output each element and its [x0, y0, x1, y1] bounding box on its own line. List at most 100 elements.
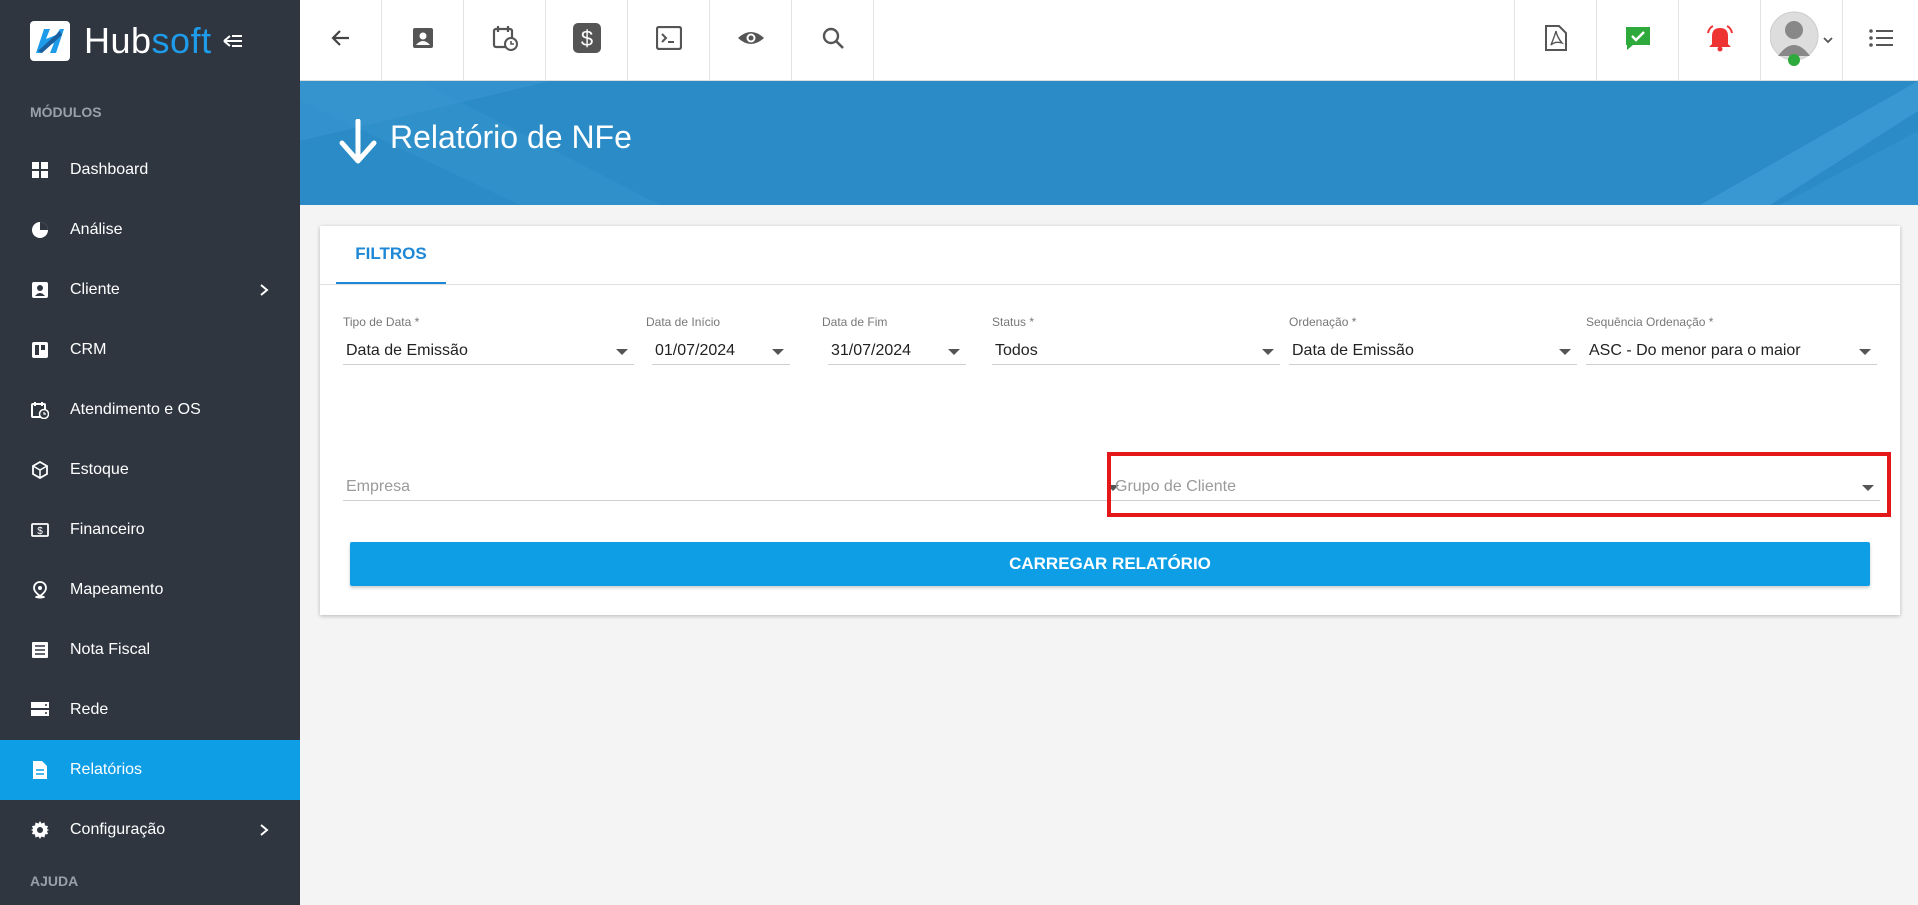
terminal-icon [655, 25, 682, 55]
pdf-button[interactable] [1514, 0, 1596, 81]
server-icon [30, 700, 50, 720]
eye-icon [737, 29, 765, 52]
svg-text:$: $ [37, 526, 43, 537]
ordenacao-select[interactable]: Data de Emissão [1289, 335, 1577, 365]
tipo-data-label: Tipo de Data * [343, 315, 420, 329]
contact-icon [411, 26, 435, 55]
terminal-button[interactable] [628, 0, 710, 81]
schedule-button[interactable] [464, 0, 546, 81]
data-inicio-select[interactable]: 01/07/2024 [652, 335, 790, 365]
dropdown-caret-icon [948, 349, 960, 355]
tipo-data-select[interactable]: Data de Emissão [343, 335, 634, 365]
user-menu-button[interactable] [1760, 0, 1842, 81]
document-list-icon [30, 640, 50, 660]
avatar [1769, 10, 1822, 71]
dropdown-caret-icon [1559, 349, 1571, 355]
tipo-data-field: Tipo de Data * Data de Emissão [343, 315, 634, 365]
calendar-clock-icon [30, 400, 50, 420]
status-label: Status * [992, 315, 1035, 329]
dollar-icon: $ [572, 23, 601, 58]
sidebar-item-relatorios[interactable]: Relatórios [0, 740, 300, 800]
crm-icon [30, 340, 50, 360]
list-icon [1868, 28, 1893, 53]
sidebar-item-label: Dashboard [70, 161, 149, 178]
collapse-sidebar-icon[interactable] [222, 30, 244, 52]
sidebar-item-dashboard[interactable]: Dashboard [0, 140, 300, 200]
sidebar-item-configuracao[interactable]: Configuração [0, 800, 300, 860]
sequencia-value: ASC - Do menor para o maior [1589, 342, 1801, 359]
filters-card: FILTROS Tipo de Data * Data de Emissão D… [320, 226, 1900, 615]
back-button[interactable] [300, 0, 382, 81]
arrow-down-icon [338, 118, 378, 170]
gear-icon [30, 820, 50, 840]
money-icon: $ [30, 520, 50, 540]
dropdown-caret-icon [1859, 349, 1871, 355]
sidebar-item-cliente[interactable]: Cliente [0, 260, 300, 320]
status-value: Todos [995, 342, 1038, 359]
status-field: Status * Todos [992, 315, 1280, 365]
carregar-relatorio-button[interactable]: CARREGAR RELATÓRIO [350, 542, 1870, 586]
view-button[interactable] [710, 0, 792, 81]
grupo-cliente-placeholder: Grupo de Cliente [1115, 478, 1236, 495]
list-menu-button[interactable] [1842, 0, 1918, 81]
sidebar: Hubsoft MÓDULOS Dashboard Análise Client… [0, 0, 300, 905]
sequencia-label: Sequência Ordenação * [1586, 315, 1714, 329]
sidebar-item-label: Estoque [70, 461, 129, 478]
dropdown-caret-icon [1262, 349, 1274, 355]
logo-text-soft: soft [151, 19, 212, 61]
alarm-button[interactable] [1678, 0, 1760, 81]
check-message-icon [1624, 25, 1652, 56]
logo-area: Hubsoft [0, 0, 300, 81]
dashboard-icon [30, 160, 50, 180]
sidebar-item-label: Cliente [70, 281, 120, 298]
tipo-data-value: Data de Emissão [346, 342, 468, 359]
sidebar-item-atendimento[interactable]: Atendimento e OS [0, 380, 300, 440]
data-inicio-label: Data de Início [646, 315, 721, 329]
sidebar-item-label: Mapeamento [70, 581, 164, 598]
chevron-right-icon [254, 280, 274, 300]
box-icon [30, 460, 50, 480]
finance-button[interactable]: $ [546, 0, 628, 81]
tasks-button[interactable] [1596, 0, 1678, 81]
tab-divider [320, 284, 1900, 285]
grupo-cliente-select[interactable]: Grupo de Cliente [1112, 471, 1880, 501]
sidebar-item-rede[interactable]: Rede [0, 680, 300, 740]
empresa-select[interactable]: Empresa [343, 471, 1125, 501]
tab-filtros[interactable]: FILTROS [336, 226, 446, 284]
sequencia-field: Sequência Ordenação * ASC - Do menor par… [1586, 315, 1877, 365]
report-icon [30, 760, 50, 780]
data-fim-field: Data de Fim 31/07/2024 [822, 315, 966, 365]
sidebar-item-nota-fiscal[interactable]: Nota Fiscal [0, 620, 300, 680]
search-button[interactable] [792, 0, 874, 81]
sidebar-item-crm[interactable]: CRM [0, 320, 300, 380]
sidebar-item-financeiro[interactable]: $ Financeiro [0, 500, 300, 560]
data-fim-select[interactable]: 31/07/2024 [828, 335, 966, 365]
data-fim-value: 31/07/2024 [831, 342, 912, 359]
dropdown-caret-icon [772, 349, 784, 355]
page-title: Relatório de NFe [390, 119, 632, 155]
sidebar-item-label: Nota Fiscal [70, 641, 151, 658]
clients-button[interactable] [382, 0, 464, 81]
sidebar-item-mapeamento[interactable]: Mapeamento [0, 560, 300, 620]
calendar-clock-icon [492, 25, 518, 56]
dropdown-caret-icon [1862, 485, 1874, 491]
sidebar-item-analise[interactable]: Análise [0, 200, 300, 260]
sequencia-select[interactable]: ASC - Do menor para o maior [1586, 335, 1877, 365]
modules-section-title: MÓDULOS [30, 104, 102, 120]
sidebar-item-label: Rede [70, 701, 109, 718]
map-pin-icon [30, 580, 50, 600]
arrow-left-icon [329, 26, 353, 55]
alarm-bell-icon [1705, 24, 1735, 57]
dropdown-caret-icon [616, 349, 628, 355]
data-inicio-field: Data de Início 01/07/2024 [646, 315, 790, 365]
ordenacao-label: Ordenação * [1289, 315, 1357, 329]
search-icon [821, 26, 845, 55]
sidebar-menu: Dashboard Análise Cliente CRM Atendiment… [0, 140, 300, 860]
sidebar-item-label: Análise [70, 221, 123, 238]
ordenacao-value: Data de Emissão [1292, 342, 1414, 359]
sidebar-item-estoque[interactable]: Estoque [0, 440, 300, 500]
status-select[interactable]: Todos [992, 335, 1280, 365]
sidebar-item-label: Relatórios [70, 761, 143, 778]
ordenacao-field: Ordenação * Data de Emissão [1289, 315, 1577, 365]
top-toolbar: $ [300, 0, 1918, 81]
